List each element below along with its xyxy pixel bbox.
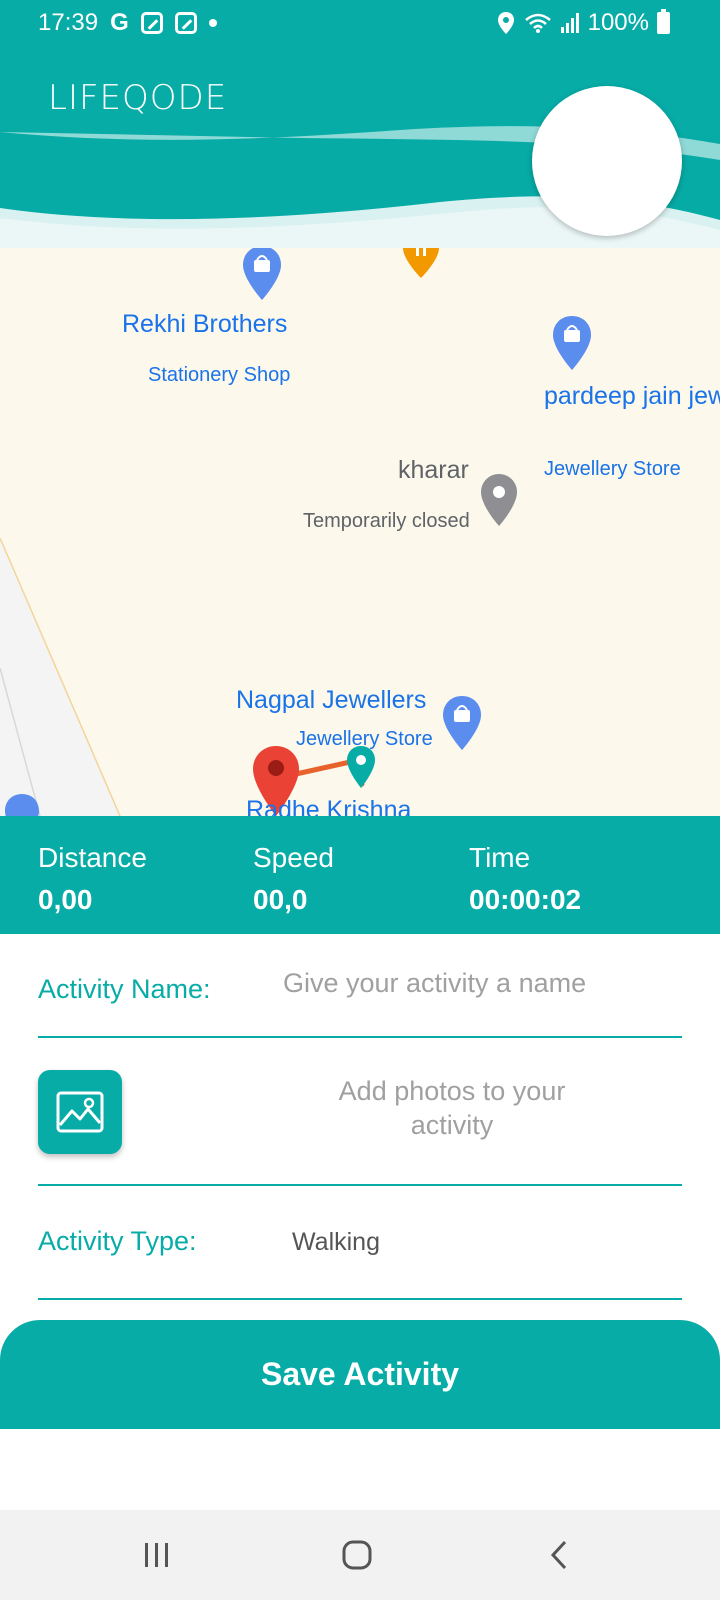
google-icon: G [110,9,129,36]
notification-app-icon [140,12,163,34]
photo-row-divider [38,1038,682,1186]
app-logo: LIFEQODE [48,78,228,118]
home-icon [342,1540,372,1570]
speed-stat: Speed 00,0 [253,842,334,916]
wifi-icon [524,13,551,33]
route-path [293,759,365,787]
activity-type-row[interactable]: Activity Type: Walking [38,1186,682,1300]
recents-icon [145,1543,168,1567]
speed-value: 00,0 [253,884,308,915]
battery-percent: 100% [587,9,649,36]
distance-value: 0,00 [38,884,93,915]
time-label: Time [469,842,531,873]
back-icon [550,1540,567,1570]
activity-type-value[interactable]: Walking [292,1228,380,1257]
activity-name-input[interactable]: Give your activity a name [283,968,586,999]
place-name[interactable]: Radhe Krishna [246,796,411,816]
distance-stat: Distance 0,00 [38,842,147,916]
profile-avatar[interactable] [532,86,682,236]
battery-icon [657,9,670,34]
recents-button[interactable] [127,1532,187,1578]
signal-icon [560,13,579,33]
save-activity-button[interactable]: Save Activity [0,1320,720,1429]
system-nav-bar [0,1510,720,1600]
status-bar: 17:39 G 100% [0,0,720,48]
time-value: 00:00:02 [469,884,582,915]
activity-stats: Distance 0,00 Speed 00,0 Time 00:00:02 [0,816,720,934]
screen: 17:39 G 100% LIFEQODE Rekhi Brothers Sta… [0,0,720,1600]
partial-place-pin-icon[interactable] [4,794,40,816]
time-stat: Time 00:00:02 [469,842,581,916]
activity-name-row: Activity Name: Give your activity a name [38,934,682,1038]
speed-label: Speed [253,842,334,873]
home-button[interactable] [327,1532,387,1578]
notification-app-icon [174,12,197,34]
activity-map[interactable]: Rekhi Brothers Stationery Shop pardeep j… [0,248,720,816]
activity-type-label: Activity Type: [38,1226,197,1256]
status-time: 17:39 [38,9,99,36]
more-notifications-dot [208,19,217,27]
distance-label: Distance [38,842,147,873]
location-icon [497,12,514,34]
activity-name-label: Activity Name: [38,974,211,1004]
back-button[interactable] [529,1532,589,1578]
end-location-pin-icon[interactable] [346,746,376,788]
